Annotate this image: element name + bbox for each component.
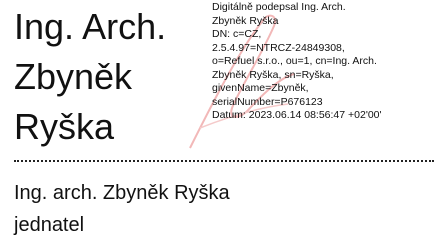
signatory-name: Ing. arch. Zbyněk Ryška — [14, 182, 230, 204]
signature-detail-line: Digitálně podepsal Ing. Arch. — [212, 1, 346, 13]
signatory-role: jednatel — [14, 214, 85, 236]
signer-name-line: Ing. Arch. — [14, 6, 167, 47]
signature-detail-line: Zbyněk Ryška, sn=Ryška, — [212, 68, 334, 81]
signature-line — [14, 160, 434, 162]
signer-name-line: Ryška — [14, 106, 115, 147]
signature-detail-line: DN: c=CZ, — [212, 28, 262, 40]
signature-detail-line: Zbyněk Ryška — [212, 14, 279, 27]
digital-signature-block: Ing. Arch. Zbyněk Ryška Digitálně podeps… — [0, 0, 435, 241]
signature-detail-line: givenName=Zbyněk, — [212, 82, 309, 94]
signature-detail-line: serialNumber=P676123 — [212, 95, 323, 108]
signer-name: Ing. Arch. Zbyněk Ryška — [14, 2, 204, 152]
signer-name-line: Zbyněk — [14, 56, 133, 97]
signature-detail-line: o=Refuel s.r.o., ou=1, cn=Ing. Arch. — [212, 55, 377, 67]
signature-details: Digitálně podepsal Ing. Arch. Zbyněk Ryš… — [212, 1, 434, 123]
signature-detail-line: Datum: 2023.06.14 08:56:47 +02'00' — [212, 109, 382, 121]
signature-detail-line: 2.5.4.97=NTRCZ-24849308, — [212, 41, 345, 54]
